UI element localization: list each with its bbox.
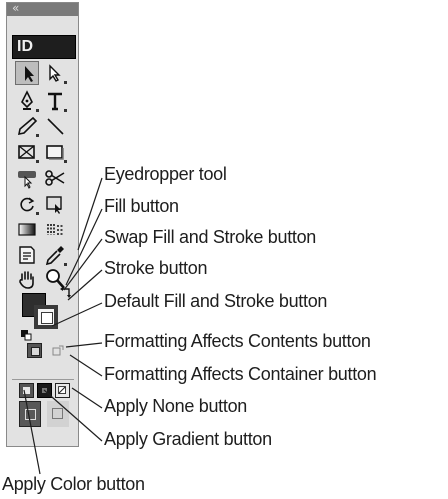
label-default-fill-stroke: Default Fill and Stroke button (104, 291, 328, 311)
flyout-indicator (36, 134, 39, 137)
gradient-icon (18, 223, 36, 236)
note-icon (19, 246, 35, 264)
app-logo: ID (12, 35, 76, 59)
selection-tool[interactable] (15, 61, 39, 85)
formatting-affects-contents-button[interactable] (27, 343, 42, 358)
free-transform-icon (46, 196, 62, 214)
flyout-indicator (36, 160, 39, 163)
eyedropper-leader (77, 177, 103, 251)
flyout-indicator (36, 212, 39, 215)
hand-icon (19, 271, 34, 289)
gradient-feather-icon (47, 224, 63, 235)
gradient-feather-tool[interactable] (43, 217, 67, 241)
button-tool[interactable] (15, 166, 39, 190)
rectangle-frame-tool[interactable] (15, 140, 39, 164)
gradient-tool[interactable] (15, 217, 39, 241)
apply-none-icon[interactable] (55, 383, 70, 398)
stroke-button[interactable] (34, 305, 58, 329)
direct-selection-tool[interactable] (43, 61, 67, 85)
type-tool[interactable] (43, 89, 67, 113)
eyedropper-tool[interactable] (43, 243, 67, 267)
label-fill-button: Fill button (104, 196, 179, 216)
pencil-tool[interactable] (15, 114, 39, 138)
rectangle-tool[interactable] (43, 140, 67, 164)
hand-tool[interactable] (15, 267, 39, 291)
apply-gradient-button[interactable] (37, 383, 52, 398)
label-apply-gradient: Apply Gradient button (104, 429, 272, 449)
flyout-indicator (64, 263, 67, 266)
flyout-indicator (36, 109, 39, 112)
pen-tool[interactable] (15, 89, 39, 113)
flyout-indicator (64, 81, 67, 84)
label-swap-fill-stroke: Swap Fill and Stroke button (104, 227, 317, 247)
label-eyedropper-tool: Eyedropper tool (104, 164, 227, 184)
line-icon (47, 118, 64, 135)
normal-view-button[interactable] (19, 401, 41, 427)
label-apply-none: Apply None button (104, 396, 248, 416)
scissors-icon (45, 170, 65, 186)
rotate-tool[interactable] (15, 192, 39, 216)
line-tool[interactable] (43, 114, 67, 138)
collapse-icon[interactable]: « (12, 1, 19, 15)
scissors-tool[interactable] (43, 166, 67, 190)
flyout-indicator (64, 160, 67, 163)
default-fill-stroke-icon[interactable] (20, 329, 32, 341)
formatting-affects-container-icon[interactable] (51, 345, 64, 358)
preview-view-button[interactable] (47, 401, 69, 427)
label-apply-color: Apply Color button (2, 474, 145, 494)
label-formatting-container: Formatting Affects Container button (104, 364, 377, 384)
free-transform-tool[interactable] (43, 192, 67, 216)
tools-panel: « ID (6, 1, 79, 447)
selection-arrow-icon (25, 66, 34, 82)
apply-color-button[interactable] (19, 383, 34, 398)
label-stroke-button: Stroke button (104, 258, 208, 278)
panel-divider (12, 379, 74, 380)
flyout-indicator (64, 109, 67, 112)
swap-fill-stroke-icon[interactable] (59, 286, 73, 300)
note-tool[interactable] (15, 243, 39, 267)
button-icon (18, 171, 36, 189)
panel-collapse-bar[interactable]: « (7, 1, 78, 16)
label-formatting-contents: Formatting Affects Contents button (104, 331, 371, 351)
